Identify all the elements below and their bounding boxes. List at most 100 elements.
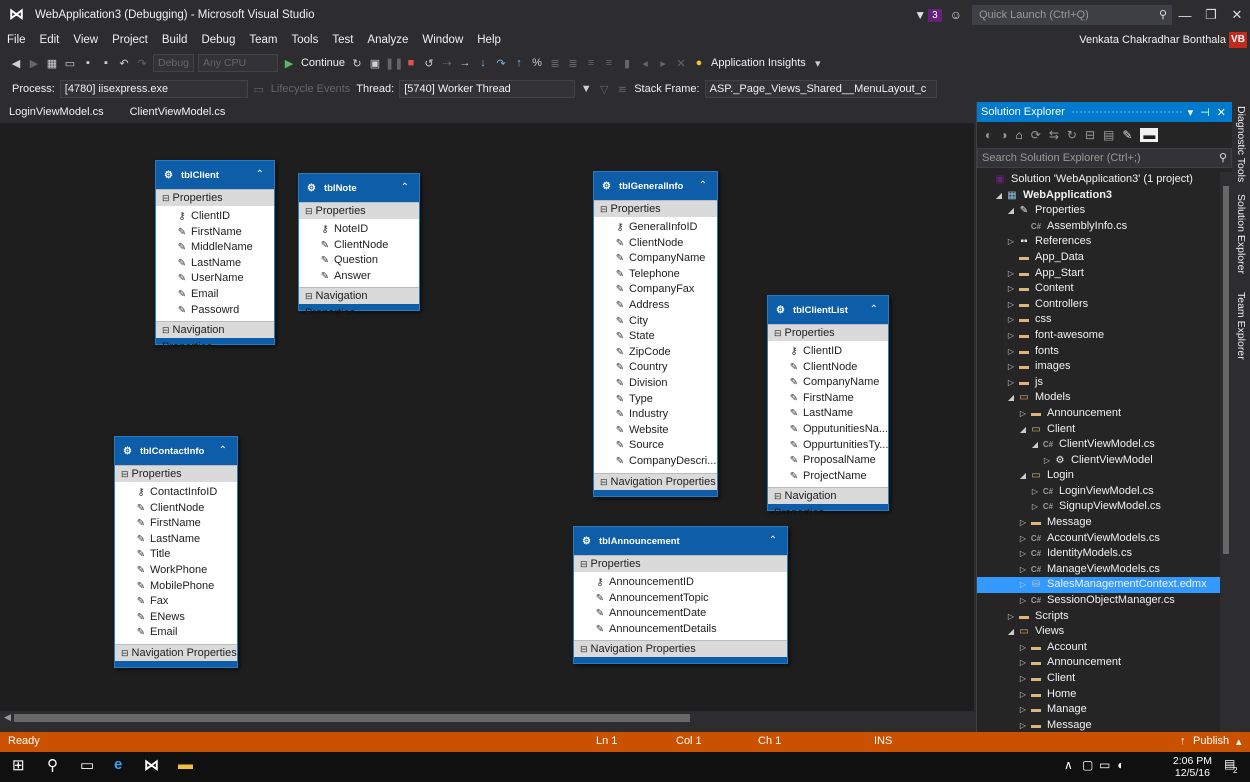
- continue-button[interactable]: Continue: [301, 57, 345, 69]
- navigation-properties-header[interactable]: ⊟ Navigation Properties: [574, 640, 787, 658]
- entity-header[interactable]: ⚙ tblContactInfo ⌃: [115, 437, 237, 465]
- tree-node[interactable]: ▷ ▬ js: [977, 375, 1221, 391]
- process-select[interactable]: [4780] iisexpress.exe: [59, 80, 248, 98]
- scalar-property[interactable]: ✎ Telephone: [594, 267, 717, 283]
- scalar-property[interactable]: ✎ CompanyFax: [594, 282, 717, 298]
- sync-icon[interactable]: ⟳: [1031, 128, 1041, 142]
- collapsed-arrow-icon[interactable]: ▷: [1005, 359, 1017, 375]
- scalar-property[interactable]: ✎ ProjectName: [768, 469, 888, 485]
- user-avatar[interactable]: VB: [1229, 32, 1247, 48]
- close-icon[interactable]: ✕: [1224, 7, 1250, 23]
- menu-file[interactable]: File: [0, 34, 33, 46]
- expanded-arrow-icon[interactable]: ◢: [1017, 468, 1029, 484]
- entity-tblgeneralinfo[interactable]: ⚙ tblGeneralInfo ⌃ ⊟ Properties ⚷ GeneralInfoI…: [593, 171, 718, 497]
- collapsed-arrow-icon[interactable]: ▷: [1005, 312, 1017, 328]
- file-explorer-icon[interactable]: ▬: [178, 756, 193, 773]
- collapse-icon[interactable]: ⌃: [870, 304, 878, 315]
- tree-node[interactable]: ▷ ▬ Message: [977, 515, 1221, 531]
- entity-tblannouncement[interactable]: ⚙ tblAnnouncement ⌃ ⊟ Properties ⚷ Announcemen…: [573, 526, 788, 665]
- prev-bookmark-icon[interactable]: ◂: [637, 57, 653, 70]
- platform-select[interactable]: Any CPU: [197, 54, 278, 72]
- uncomment-icon[interactable]: ≣: [565, 57, 581, 70]
- menu-debug[interactable]: Debug: [194, 34, 242, 46]
- menu-window[interactable]: Window: [415, 34, 470, 46]
- clear-bookmarks-icon[interactable]: ✕: [673, 57, 689, 70]
- scalar-property[interactable]: ✎ CompanyDescri...: [594, 454, 717, 470]
- expanded-arrow-icon[interactable]: ◢: [1005, 390, 1017, 406]
- tree-node[interactable]: ◢ C# ClientViewModel.cs: [977, 437, 1221, 453]
- solution-explorer-titlebar[interactable]: Solution Explorer ▾ ⊣ ✕: [977, 102, 1232, 122]
- menu-test[interactable]: Test: [325, 34, 360, 46]
- scalar-property[interactable]: ✎ FirstName: [115, 516, 237, 532]
- tab-team-explorer[interactable]: Team Explorer: [1235, 292, 1247, 360]
- expanded-arrow-icon[interactable]: ◢: [1029, 437, 1041, 453]
- scalar-property[interactable]: ✎ CompanyName: [594, 251, 717, 267]
- step-into-icon[interactable]: →: [457, 57, 473, 69]
- scalar-property[interactable]: ✎ Type: [594, 392, 717, 408]
- collapse-section-icon[interactable]: ⊟: [121, 469, 129, 479]
- collapsed-arrow-icon[interactable]: ▷: [1017, 671, 1029, 687]
- collapsed-arrow-icon[interactable]: ▷: [1017, 687, 1029, 703]
- tree-node[interactable]: ▷ C# SignupViewModel.cs: [977, 499, 1221, 515]
- scalar-property[interactable]: ✎ Fax: [115, 594, 237, 610]
- menu-project[interactable]: Project: [105, 34, 155, 46]
- network-icon[interactable]: ▢: [1082, 758, 1093, 772]
- browser-link-icon[interactable]: ▣: [367, 57, 383, 70]
- scalar-property[interactable]: ✎ LastName: [115, 532, 237, 548]
- tree-node[interactable]: ◢ ▭ Login: [977, 468, 1221, 484]
- tree-node[interactable]: ▣ Solution 'WebApplication3' (1 project): [977, 172, 1221, 188]
- refresh-icon[interactable]: ↻: [1067, 128, 1077, 142]
- collapsed-arrow-icon[interactable]: ▷: [1017, 702, 1029, 718]
- horizontal-scroll-thumb[interactable]: [14, 714, 690, 722]
- tree-node[interactable]: ▷ ▬ Announcement: [977, 655, 1221, 671]
- flag-thread-icon[interactable]: ▼: [578, 83, 594, 95]
- solution-explorer-vertical-scrollbar[interactable]: [1220, 172, 1232, 732]
- restart-icon[interactable]: ↺: [421, 57, 437, 70]
- scalar-property[interactable]: ✎ Address: [594, 298, 717, 314]
- navigation-properties-header[interactable]: ⊟ Navigation Properties: [594, 472, 717, 490]
- hex-display-icon[interactable]: %: [529, 57, 545, 69]
- feedback-icon[interactable]: ☺: [950, 8, 962, 22]
- new-project-icon[interactable]: ▦: [44, 57, 60, 70]
- undo-icon[interactable]: ↶: [116, 57, 132, 70]
- tree-node[interactable]: ▷ C# IdentityModels.cs: [977, 546, 1221, 562]
- solution-explorer-search-input[interactable]: Search Solution Explorer (Ctrl+;) ⚲: [977, 148, 1232, 168]
- entity-tblclientlist[interactable]: ⚙ tblClientList ⌃ ⊟ Properties ⚷ ClientID ✎ Clie…: [767, 295, 889, 519]
- collapse-icon[interactable]: ⌃: [256, 169, 264, 180]
- tab-clientviewmodel[interactable]: ClientViewModel.cs: [121, 106, 235, 118]
- preview-selected-icon[interactable]: ▬: [1140, 128, 1159, 142]
- tree-node[interactable]: ▷ C# LoginViewModel.cs: [977, 484, 1221, 500]
- scalar-property[interactable]: ✎ Title: [115, 547, 237, 563]
- menu-view[interactable]: View: [66, 34, 105, 46]
- refresh-icon[interactable]: ↻: [349, 57, 365, 70]
- back-icon[interactable]: ◐: [985, 128, 992, 142]
- collapsed-arrow-icon[interactable]: ▷: [1017, 718, 1029, 732]
- scalar-property[interactable]: ✎ ClientNode: [115, 501, 237, 517]
- restore-icon[interactable]: ❐: [1198, 7, 1224, 23]
- forward-icon[interactable]: ◑: [1000, 128, 1007, 142]
- scalar-property[interactable]: ✎ FirstName: [768, 391, 888, 407]
- tree-node[interactable]: ▷ ⛁ SalesManagementContext.edmx: [977, 577, 1221, 594]
- search-icon[interactable]: ⚲: [47, 756, 58, 774]
- lifecycle-events-button[interactable]: Lifecycle Events: [271, 83, 350, 95]
- tree-node[interactable]: ▷ ▬ Scripts: [977, 609, 1221, 625]
- navigation-properties-header[interactable]: ⊟ Navigation Properties: [115, 643, 237, 661]
- pending-changes-icon[interactable]: ⇆: [1049, 128, 1059, 142]
- tree-node[interactable]: ▷ ▬ fonts: [977, 344, 1221, 360]
- tree-node[interactable]: ◢ ▭ Views: [977, 624, 1221, 640]
- step-out-icon[interactable]: ↷: [493, 57, 509, 70]
- scalar-property[interactable]: ✎ Industry: [594, 407, 717, 423]
- battery-icon[interactable]: ▭: [1099, 758, 1110, 772]
- forward-icon[interactable]: ▶: [26, 57, 42, 70]
- entity-header[interactable]: ⚙ tblClientList ⌃: [768, 296, 888, 324]
- scalar-property[interactable]: ✎ CompanyName: [768, 375, 888, 391]
- collapse-icon[interactable]: ⌃: [699, 180, 707, 191]
- publish-button[interactable]: Publish: [1193, 735, 1229, 747]
- collapse-section-icon[interactable]: ⊟: [162, 325, 170, 335]
- bookmark-icon[interactable]: ▮: [619, 57, 635, 70]
- collapse-section-icon[interactable]: ⊟: [580, 559, 588, 569]
- redo-icon[interactable]: ↷: [134, 57, 150, 70]
- scalar-property[interactable]: ✎ FirstName: [156, 225, 274, 241]
- collapsed-arrow-icon[interactable]: ▷: [1017, 546, 1029, 562]
- entity-header[interactable]: ⚙ tblNote ⌃: [299, 174, 419, 202]
